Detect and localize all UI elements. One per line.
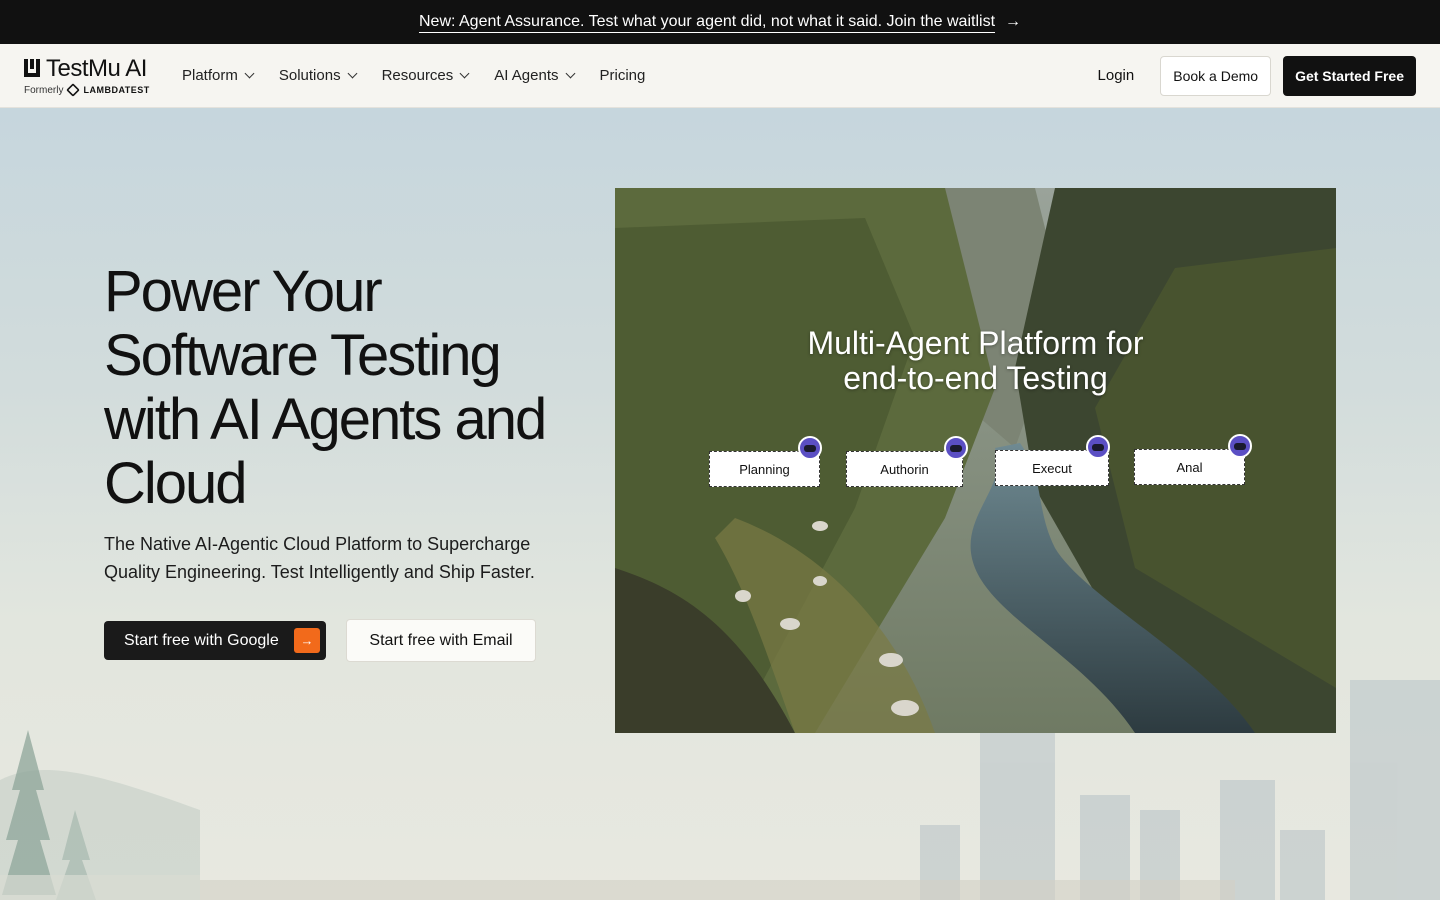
lambdatest-icon	[66, 83, 81, 97]
nav-item-pricing[interactable]: Pricing	[600, 67, 646, 84]
hero-section: Power Your Software Testing with AI Agen…	[0, 108, 1440, 900]
announcement-bar: New: Agent Assurance. Test what your age…	[0, 0, 1440, 44]
arrow-right-icon[interactable]: →	[1005, 13, 1021, 31]
media-title: Multi-Agent Platform for end-to-end Test…	[807, 325, 1144, 396]
chevron-down-icon	[244, 68, 255, 79]
chevron-down-icon	[565, 68, 575, 79]
nav-item-platform[interactable]: Platform	[182, 67, 255, 84]
top-navigation: TestMu AI Formerly LAMBDATEST Platform S…	[0, 44, 1440, 108]
chevron-down-icon	[347, 68, 358, 79]
logo[interactable]: TestMu AI Formerly LAMBDATEST	[24, 55, 164, 97]
hero-headline: Power Your Software Testing with AI Agen…	[104, 259, 547, 516]
robot-icon	[944, 436, 968, 460]
nav-item-resources[interactable]: Resources	[382, 67, 470, 84]
start-google-button[interactable]: Start free with Google →	[104, 621, 326, 660]
testmu-logo-icon	[24, 59, 42, 79]
logo-formerly: Formerly LAMBDATEST	[24, 83, 150, 97]
chevron-down-icon	[459, 68, 470, 79]
announcement-link[interactable]: New: Agent Assurance. Test what your age…	[419, 13, 995, 31]
get-started-button[interactable]: Get Started Free	[1283, 55, 1416, 96]
robot-icon	[1086, 435, 1110, 459]
hero-subtext: The Native AI-Agentic Cloud Platform to …	[104, 534, 535, 582]
nav-item-solutions[interactable]: Solutions	[279, 67, 358, 84]
robot-icon	[798, 436, 822, 460]
trees-illustration	[0, 730, 200, 900]
agent-chip-analysis: Anal	[1134, 449, 1245, 485]
login-link[interactable]: Login	[1084, 67, 1149, 84]
agent-chip-authoring: Authorin	[846, 451, 963, 487]
start-email-button[interactable]: Start free with Email	[346, 619, 536, 662]
nav-item-ai-agents[interactable]: AI Agents	[494, 67, 575, 84]
hero-media-panel: Multi-Agent Platform for end-to-end Test…	[615, 188, 1336, 733]
robot-icon	[1228, 434, 1252, 458]
book-demo-button[interactable]: Book a Demo	[1160, 55, 1272, 96]
arrow-right-icon: →	[294, 628, 320, 653]
ground-strip	[200, 880, 1235, 900]
logo-name: TestMu AI	[46, 55, 147, 82]
main-menu: Platform Solutions Resources AI Agents P…	[182, 67, 645, 84]
